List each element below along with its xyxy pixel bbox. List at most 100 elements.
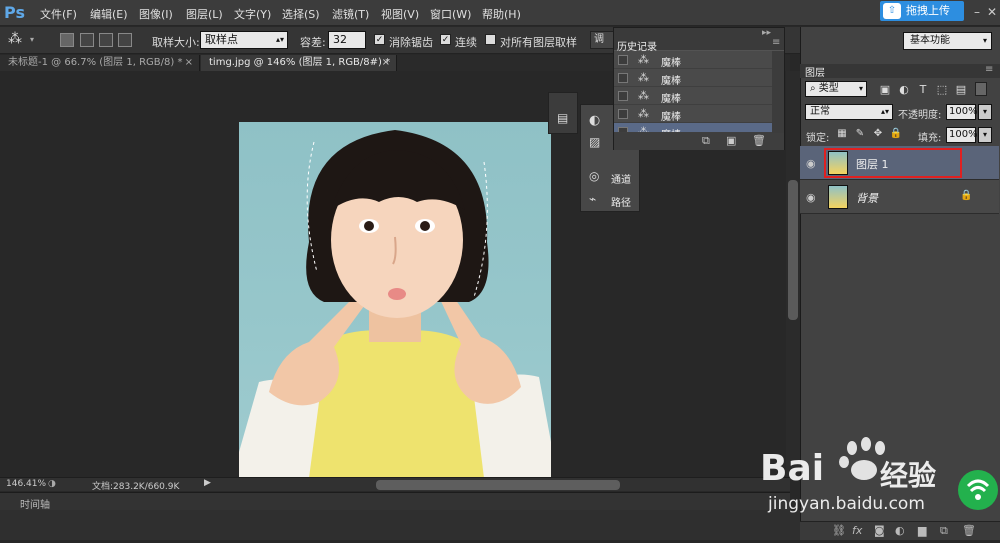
zoom-level[interactable]: 146.41%: [6, 479, 46, 489]
menu-file[interactable]: 文件(F): [40, 6, 77, 22]
menu-layer[interactable]: 图层(L): [186, 6, 223, 22]
all-layers-checkbox[interactable]: [485, 34, 496, 45]
baidu-jingyan-watermark: Bai 经验 jingyan.baidu.com: [760, 436, 1000, 540]
shape-filter-icon[interactable]: ⬚: [935, 83, 949, 97]
add-selection-icon[interactable]: [80, 33, 94, 47]
watermark-url: jingyan.baidu.com: [768, 494, 925, 514]
timeline-label[interactable]: 时间轴: [20, 496, 50, 511]
subtract-selection-icon[interactable]: [99, 33, 113, 47]
minimize-icon[interactable]: –: [970, 5, 984, 19]
portrait-illustration: [239, 130, 551, 478]
adjustments-icon[interactable]: ◐: [589, 113, 600, 128]
magic-wand-icon: ⁂: [638, 71, 649, 84]
menu-type[interactable]: 文字(Y): [234, 6, 271, 22]
close-icon[interactable]: ✕: [985, 5, 999, 19]
lock-icon: 🔒: [960, 190, 973, 201]
history-item[interactable]: ⁂魔棒: [614, 105, 772, 123]
history-item[interactable]: ⁂魔棒: [614, 51, 772, 69]
collapse-icon[interactable]: ▸▸: [762, 28, 771, 38]
fill-label: 填充:: [918, 133, 942, 144]
camera-icon[interactable]: ▣: [726, 134, 736, 147]
properties-icon[interactable]: ▨: [589, 135, 600, 149]
paths-label[interactable]: 路径: [611, 194, 631, 209]
layer-name[interactable]: 背景: [856, 190, 878, 206]
menu-edit[interactable]: 编辑(E): [90, 6, 128, 22]
eye-icon[interactable]: ◉: [806, 157, 816, 170]
layer-row-background[interactable]: ◉ 背景 🔒: [800, 180, 999, 214]
drag-upload-label: 拖拽上传: [906, 4, 950, 17]
history-item[interactable]: ⁂魔棒: [614, 123, 772, 133]
history-footer: ⧉ ▣ 🗑: [614, 133, 784, 150]
channels-icon[interactable]: ◎: [589, 169, 599, 183]
fill-input[interactable]: 100%: [946, 127, 978, 143]
panel-menu-icon[interactable]: ≡: [985, 64, 993, 75]
opacity-input[interactable]: 100%: [946, 104, 978, 120]
blend-mode-select[interactable]: 正常 ▴▾: [805, 104, 893, 120]
magic-wand-tool-icon[interactable]: ⁂: [8, 31, 22, 47]
close-icon: ×: [184, 57, 193, 68]
refine-edge-button[interactable]: 调整: [590, 31, 614, 49]
intersect-selection-icon[interactable]: [118, 33, 132, 47]
lock-all-icon[interactable]: 🔒: [889, 128, 903, 142]
paths-icon[interactable]: ⌁: [589, 192, 596, 206]
adjustment-filter-icon[interactable]: ◐: [897, 83, 911, 97]
history-scrollbar[interactable]: [772, 51, 784, 133]
antialias-label: 消除锯齿: [389, 36, 433, 49]
document-image[interactable]: [239, 122, 551, 478]
collapsed-dock: ▤: [548, 92, 578, 134]
menu-window[interactable]: 窗口(W): [430, 6, 471, 22]
menu-select[interactable]: 选择(S): [282, 6, 320, 22]
tolerance-input[interactable]: 32: [328, 31, 366, 49]
tab-timg[interactable]: timg.jpg @ 146% (图层 1, RGB/8#) * ×: [201, 55, 397, 71]
magic-wand-icon: ⁂: [638, 89, 649, 102]
layer-filter-select[interactable]: ⌕ 类型 ▾: [805, 81, 867, 97]
fill-dropdown-icon[interactable]: ▾: [978, 127, 992, 143]
menu-filter[interactable]: 滤镜(T): [332, 6, 369, 22]
menu-view[interactable]: 视图(V): [381, 6, 419, 22]
history-panel: 历史记录 ▸▸ ≡ ⁂魔棒 ⁂魔棒 ⁂魔棒 ⁂魔棒 ⁂魔棒 ⧉ ▣ 🗑: [613, 27, 785, 150]
sample-size-label: 取样大小:: [152, 36, 200, 49]
trash-icon[interactable]: 🗑: [752, 134, 766, 147]
chevron-down-icon[interactable]: ▾: [30, 35, 34, 44]
lock-pixels-icon[interactable]: ✎: [853, 128, 867, 142]
opacity-dropdown-icon[interactable]: ▾: [978, 104, 992, 120]
menu-image[interactable]: 图像(I): [139, 6, 173, 22]
filter-toggle[interactable]: [975, 82, 987, 96]
timeline-panel: 时间轴: [0, 492, 790, 511]
lock-label: 锁定:: [806, 133, 830, 144]
history-item[interactable]: ⁂魔棒: [614, 87, 772, 105]
tab-untitled[interactable]: 未标题-1 @ 66.7% (图层 1, RGB/8) * ×: [0, 55, 200, 71]
horizontal-scroll-thumb[interactable]: [376, 480, 620, 490]
pixel-filter-icon[interactable]: ▣: [878, 83, 892, 97]
libraries-icon[interactable]: ▤: [557, 111, 568, 125]
lock-position-icon[interactable]: ✥: [871, 128, 885, 142]
watermark-brand-cn: 经验: [880, 459, 937, 492]
watermark-brand: Bai: [760, 448, 825, 489]
status-menu-arrow-icon[interactable]: ▶: [204, 478, 211, 488]
smart-object-filter-icon[interactable]: ▤: [954, 83, 968, 97]
contiguous-checkbox[interactable]: ✓: [440, 34, 451, 45]
status-info-icon[interactable]: ◑: [48, 479, 56, 489]
opacity-label: 不透明度:: [898, 110, 942, 121]
layers-tab[interactable]: 图层: [805, 64, 825, 79]
new-document-from-state-icon[interactable]: ⧉: [702, 134, 710, 148]
lock-transparent-icon[interactable]: ▦: [835, 128, 849, 142]
channels-label[interactable]: 通道: [611, 171, 631, 186]
layer-row-layer1[interactable]: ◉ 图层 1: [800, 146, 999, 180]
type-filter-icon[interactable]: T: [916, 83, 930, 97]
history-item[interactable]: ⁂魔棒: [614, 69, 772, 87]
panel-menu-icon[interactable]: ≡: [772, 37, 780, 48]
menu-bar: Ps 文件(F) 编辑(E) 图像(I) 图层(L) 文字(Y) 选择(S) 滤…: [0, 0, 1000, 26]
magic-wand-icon: ⁂: [638, 53, 649, 66]
eye-icon[interactable]: ◉: [806, 191, 816, 204]
menu-help[interactable]: 帮助(H): [482, 6, 521, 22]
history-title-bar[interactable]: 历史记录 ▸▸ ≡: [614, 28, 784, 53]
layer-thumbnail: [828, 185, 848, 209]
drag-upload-button[interactable]: ⇧ 拖拽上传: [880, 1, 964, 21]
sample-size-select[interactable]: 取样点 ▴▾: [200, 31, 288, 49]
vertical-scroll-thumb[interactable]: [788, 180, 798, 320]
new-selection-icon[interactable]: [60, 33, 74, 47]
antialias-checkbox[interactable]: ✓: [374, 34, 385, 45]
highlight-box: [824, 148, 962, 178]
workspace-select[interactable]: 基本功能 ▾: [903, 32, 992, 50]
